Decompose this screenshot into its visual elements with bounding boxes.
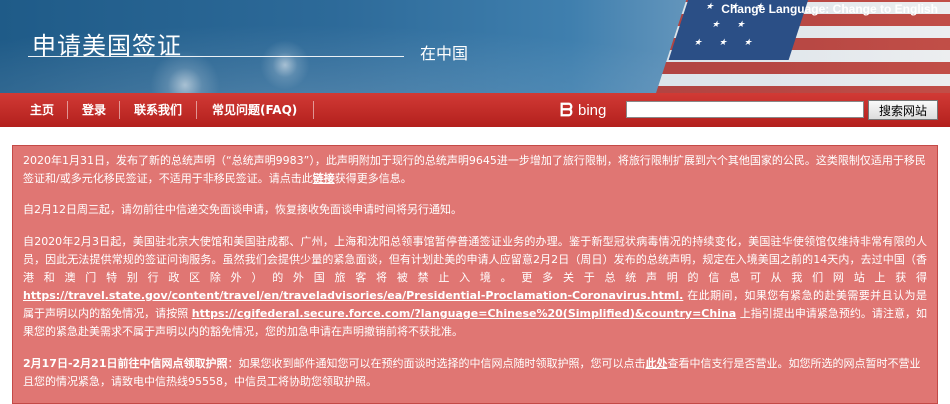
citic-branch-link[interactable]: 此处: [646, 357, 668, 370]
notice-paragraph-proclamation: 2020年1月31日，发布了新的总统声明（“总统声明9983”），此声明附加于现…: [23, 152, 927, 188]
bing-b-mark-icon: ᗷ: [560, 99, 573, 120]
nav-divider: [119, 101, 120, 119]
header-banner: ★ ★ ★ ★ ★ ★ ★ ★ Change Language: Change to E…: [0, 0, 950, 93]
proclamation-link[interactable]: 链接: [313, 172, 335, 185]
notice-paragraph-waiver: 自2月12日周三起，请勿前往中信递交免面谈申请，恢复接收免面谈申请时间将另行通知…: [23, 203, 462, 216]
notice-text: ：如果您收到邮件通知您可以在预约面谈时选择的中信网点随时领取护照，您可以点击: [227, 357, 646, 370]
nav-item-login[interactable]: 登录: [82, 93, 106, 127]
bing-logo-icon: ᗷ bing: [560, 100, 606, 120]
nav-divider: [67, 101, 68, 119]
change-language: Change Language: Change to English: [721, 2, 938, 16]
nav-divider: [196, 101, 197, 119]
notice-paragraph-suspension: 自2020年2月3日起，美国驻北京大使馆和美国驻成都、广州，上海和沈阳总领事馆暂…: [23, 233, 927, 341]
notice-paragraph-passport: 2月17日-2月21日前往中信网点领取护照：如果您收到邮件通知您可以在预约面谈时…: [23, 355, 927, 391]
title-underline: [28, 56, 404, 57]
main-nav: 主页 登录 联系我们 常见问题(FAQ) ᗷ bing 搜索网站: [0, 93, 950, 127]
notice-heading: 2月17日-2月21日前往中信网点领取护照: [23, 357, 228, 370]
notice-text: 2020年1月31日，发布了新的总统声明（“总统声明9983”），此声明附加于现…: [23, 154, 926, 185]
firework-decoration: [260, 40, 310, 90]
nav-item-contact[interactable]: 联系我们: [134, 93, 182, 127]
notice-text: 自2020年2月3日起，美国驻北京大使馆和美国驻成都、广州，上海和沈阳总领事馆暂…: [23, 235, 927, 284]
change-to-english-link[interactable]: Change to English: [833, 2, 938, 16]
notice-box: 2020年1月31日，发布了新的总统声明（“总统声明9983”），此声明附加于现…: [12, 145, 938, 404]
search-input[interactable]: [626, 101, 864, 118]
page-subtitle: 在中国: [420, 44, 469, 63]
bing-brand-text: bing: [578, 101, 607, 119]
travel-advisory-link[interactable]: https://travel.state.gov/content/travel/…: [23, 289, 683, 302]
change-language-prefix: Change Language:: [721, 2, 830, 16]
nav-item-home[interactable]: 主页: [30, 93, 54, 127]
notice-text: 获得更多信息。: [334, 172, 412, 185]
cgifederal-link[interactable]: https://cgifederal.secure.force.com/?lan…: [192, 307, 736, 320]
nav-divider: [313, 101, 314, 119]
search-button[interactable]: 搜索网站: [868, 100, 938, 120]
nav-item-faq[interactable]: 常见问题(FAQ): [212, 93, 297, 127]
